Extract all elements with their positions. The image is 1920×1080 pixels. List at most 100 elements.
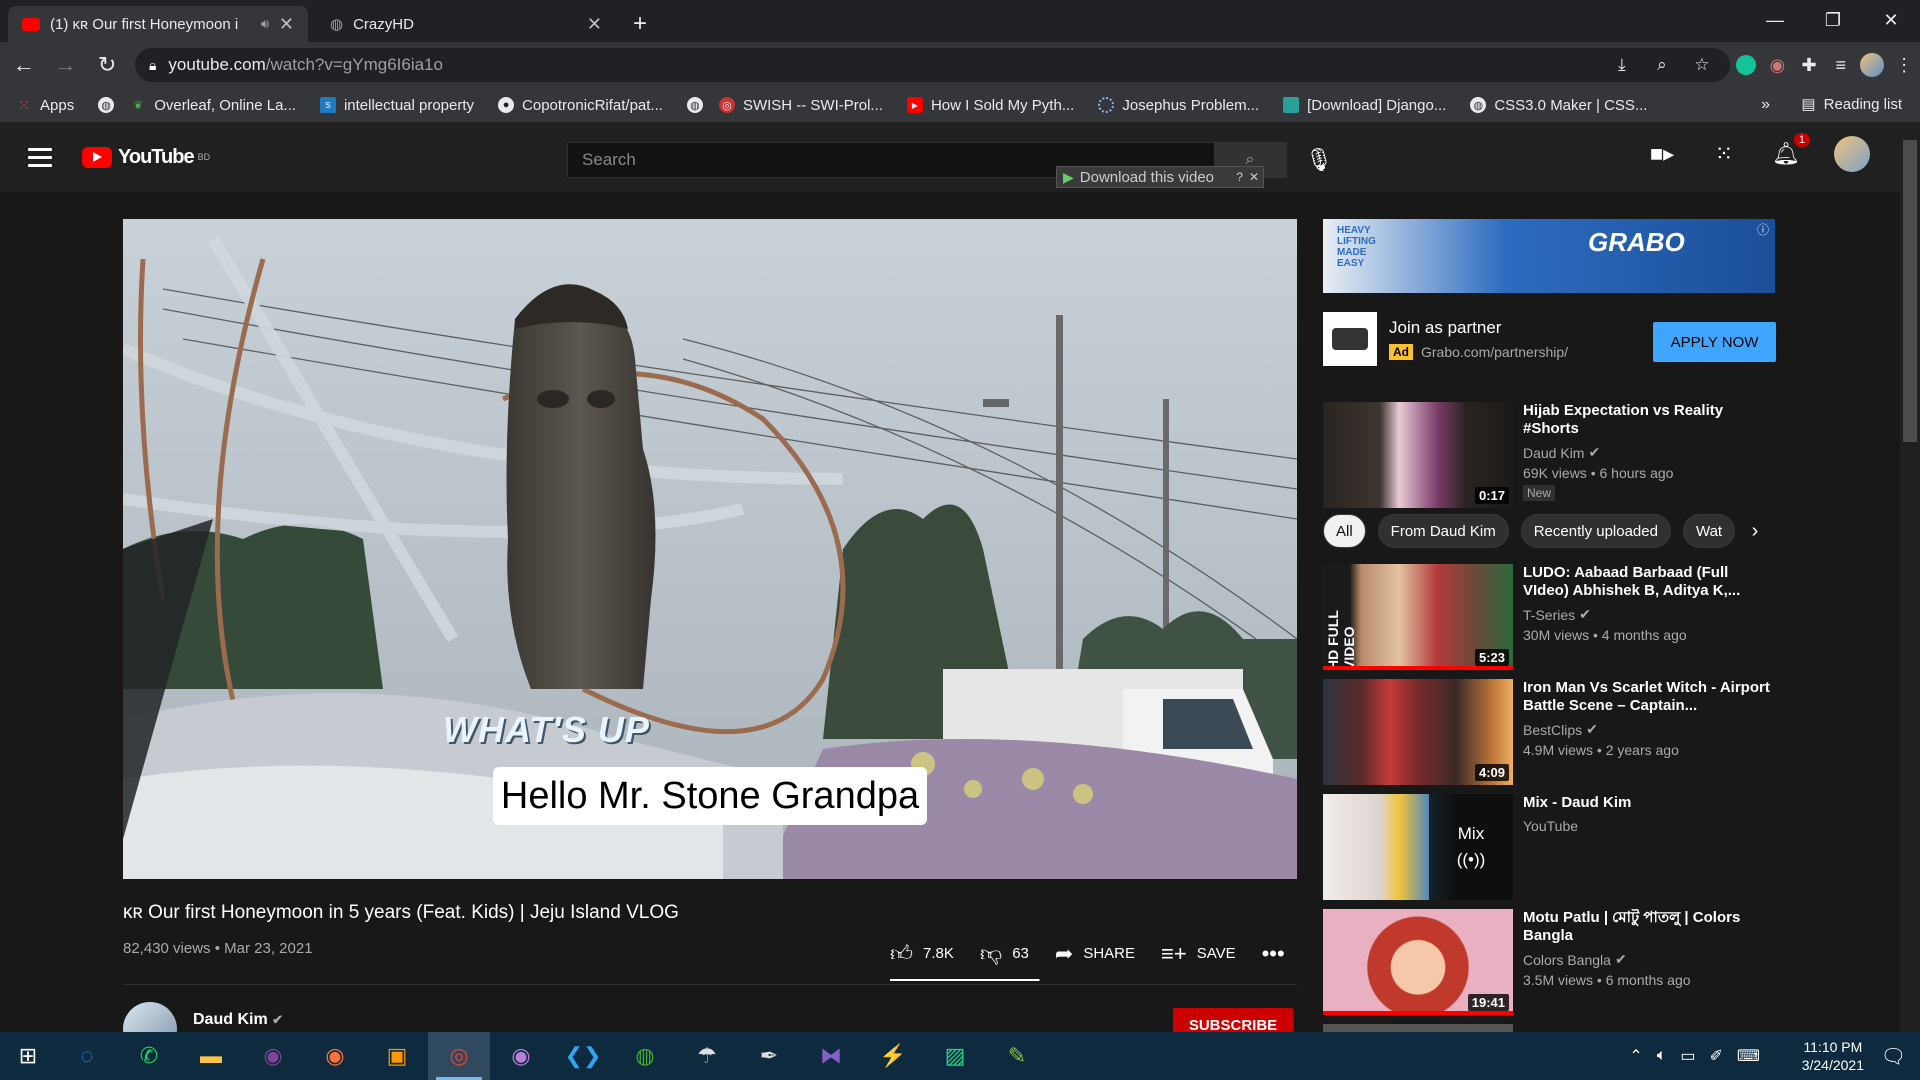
bookmark-star-icon[interactable]: ☆ [1688,55,1716,75]
bookmark-josephus[interactable]: Josephus Problem... [1098,97,1259,114]
chip-from-channel[interactable]: From Daud Kim [1377,514,1509,548]
share-arrow-icon: ➦ [1054,940,1074,966]
recommendation-item[interactable]: 0:17 Hijab Expectation vs Reality #Short… [1323,402,1783,508]
zoom-icon[interactable]: ⌕ [1648,55,1676,75]
close-window-icon[interactable]: ✕ [1862,0,1920,40]
whatsapp-app-icon[interactable]: ✆ [118,1032,180,1080]
chip-recently-uploaded[interactable]: Recently uploaded [1520,514,1671,548]
chevron-up-icon[interactable]: ⌃ [1629,1046,1642,1066]
uget-icon[interactable]: ☂ [676,1032,738,1080]
file-explorer-icon[interactable]: ▬ [180,1032,242,1080]
firefox-icon[interactable]: ◉ [304,1032,366,1080]
recommendation-item[interactable]: HD FULL VIDEO 5:23 LUDO: Aabaad Barbaad … [1323,564,1783,670]
address-bar[interactable]: 🔒︎ youtube.com/watch?v=gYmg6I6ia1o ⤓ ⌕ ☆ [134,48,1730,82]
share-button[interactable]: ➦ SHARE [1055,941,1135,967]
more-actions-button[interactable]: ••• [1262,941,1285,967]
anaconda-icon[interactable]: ◍ [614,1032,676,1080]
tab-crazyhd[interactable]: ◍ CrazyHD ✕ [316,6,616,42]
hamburger-menu-icon[interactable] [28,147,52,167]
bookmark-apps[interactable]: ⁙ Apps [16,97,74,114]
video-thumbnail[interactable]: HD FULL VIDEO 5:23 [1323,564,1513,670]
chrome-icon[interactable]: ◎ [428,1032,490,1080]
info-icon[interactable]: ⓘ [1757,221,1769,238]
download-video-overlay[interactable]: ▶ Download this video ? ✕ [1056,166,1264,188]
forward-icon[interactable]: → [48,47,84,83]
reload-icon[interactable]: ↻ [89,47,125,83]
ad-banner-image[interactable]: HEAVY LIFTING MADE EASY GRABO ⓘ [1323,219,1775,293]
sublime-text-icon[interactable]: ▣ [366,1032,428,1080]
visual-studio-icon[interactable]: ⧓ [800,1032,862,1080]
close-tab-icon[interactable]: ✕ [279,14,294,35]
bookmarks-overflow-button[interactable]: » [1761,96,1770,114]
recommendation-item[interactable]: 19:41 Motu Patlu | মোটু পাতলু | Colors B… [1323,909,1783,1015]
video-player[interactable]: WHAT'S UP Hello Mr. Stone Grandpa [123,219,1297,879]
pycharm-icon[interactable]: ▨ [924,1032,986,1080]
grammarly-icon[interactable] [1730,49,1762,81]
apps-grid-icon[interactable]: ⁙ [1710,141,1738,167]
close-tab-icon[interactable]: ✕ [587,14,602,35]
extension-icon[interactable]: ◉ [1762,49,1794,81]
inkscape-icon[interactable]: ✒ [738,1032,800,1080]
bookmark-globe-2[interactable]: ◍ [686,97,703,113]
github-desktop-icon[interactable]: ◉ [490,1032,552,1080]
new-tab-button[interactable]: + [622,6,658,42]
messenger-icon[interactable]: ⚡ [862,1032,924,1080]
bookmark-django[interactable]: [Download] Django... [1283,97,1446,114]
reading-list-button[interactable]: ▤ Reading list [1801,95,1902,114]
keyboard-icon[interactable]: ⌨ [1737,1046,1760,1066]
chip-all[interactable]: All [1323,514,1366,548]
profile-avatar-icon[interactable] [1857,49,1889,81]
bookmark-overleaf[interactable]: ❦ Overleaf, Online La... [130,97,296,114]
pen-icon[interactable]: ✐ [1710,1046,1723,1066]
extensions-puzzle-icon[interactable]: ✚ [1793,49,1825,81]
network-icon[interactable]: ▭ [1680,1046,1695,1066]
help-icon[interactable]: ? [1236,170,1243,184]
video-thumbnail[interactable]: 4:09 [1323,679,1513,785]
notepad-icon[interactable]: ✎ [986,1032,1048,1080]
restore-icon[interactable]: ❐ [1804,0,1862,40]
close-icon[interactable]: ✕ [1249,170,1259,184]
duration-badge: 5:23 [1474,649,1509,666]
browser-tab-strip: (1) ᴋʀ Our first Honeymoon i 🔊︎ ✕ ◍ Craz… [0,0,1920,42]
lock-icon[interactable]: 🔒︎ [149,57,156,74]
speaker-icon[interactable]: 🔊︎ [261,16,269,32]
dislike-button[interactable]: 👎︎ 63 [980,940,1029,967]
chip-watched[interactable]: Wat [1682,514,1736,548]
bookmark-youtube[interactable]: ▶ How I Sold My Pyth... [906,97,1074,114]
media-queue-icon[interactable]: ≡ [1825,49,1857,81]
channel-name[interactable]: Daud Kim ✔ [193,1011,283,1029]
volume-icon[interactable]: 🔈︎ [1657,1047,1667,1065]
video-thumbnail[interactable]: 0:17 [1323,402,1513,508]
recommendation-item[interactable]: 4:09 Iron Man Vs Scarlet Witch - Airport… [1323,679,1783,785]
page-scrollbar-thumb[interactable] [1903,140,1917,442]
video-thumbnail[interactable]: 19:41 [1323,909,1513,1015]
bookmark-css-maker[interactable]: ◍ CSS3.0 Maker | CSS... [1470,97,1647,114]
bookmark-globe[interactable]: ◍ [98,97,115,113]
like-button[interactable]: 👍︎ 7.8K [890,940,954,967]
action-center-icon[interactable]: 🗨︎ [1881,1044,1906,1069]
create-video-icon[interactable]: ■▸ [1648,141,1676,167]
tab-youtube[interactable]: (1) ᴋʀ Our first Honeymoon i 🔊︎ ✕ [8,6,308,42]
install-icon[interactable]: ⤓ [1608,55,1636,75]
recommendation-item[interactable]: Mix ((•)) Mix - Daud Kim YouTube [1323,794,1783,900]
video-thumbnail[interactable]: Mix ((•)) [1323,794,1513,900]
microphone-icon[interactable]: 🎙︎ [1305,147,1333,173]
system-clock[interactable]: 11:10 PM 3/24/2021 [1802,1038,1864,1074]
windows-start-icon[interactable]: ⊞ [0,1032,56,1080]
tor-browser-icon[interactable]: ◉ [242,1032,304,1080]
vscode-icon[interactable]: ❮❯ [552,1032,614,1080]
bookmark-swish[interactable]: ◎ SWISH -- SWI-Prol... [718,97,883,114]
youtube-logo[interactable]: YouTube BD [82,146,210,169]
menu-kebab-icon[interactable]: ⋮ [1888,49,1920,81]
bookmark-intellectual-property[interactable]: s intellectual property [319,97,474,114]
save-button[interactable]: ≡+ SAVE [1161,941,1236,967]
minimize-icon[interactable]: — [1746,0,1804,40]
back-icon[interactable]: ← [6,47,42,83]
chevron-right-icon[interactable]: › [1735,512,1775,550]
account-avatar[interactable] [1834,136,1870,172]
apply-now-button[interactable]: APPLY NOW [1653,322,1776,362]
ad-banner-brand: GRABO [1588,227,1685,257]
bookmark-github[interactable]: ● CopotronicRifat/pat... [498,97,663,114]
zoom-app-icon[interactable]: ◌ [56,1032,118,1080]
notifications-bell-icon[interactable]: 🔔︎ 1 [1772,133,1810,167]
